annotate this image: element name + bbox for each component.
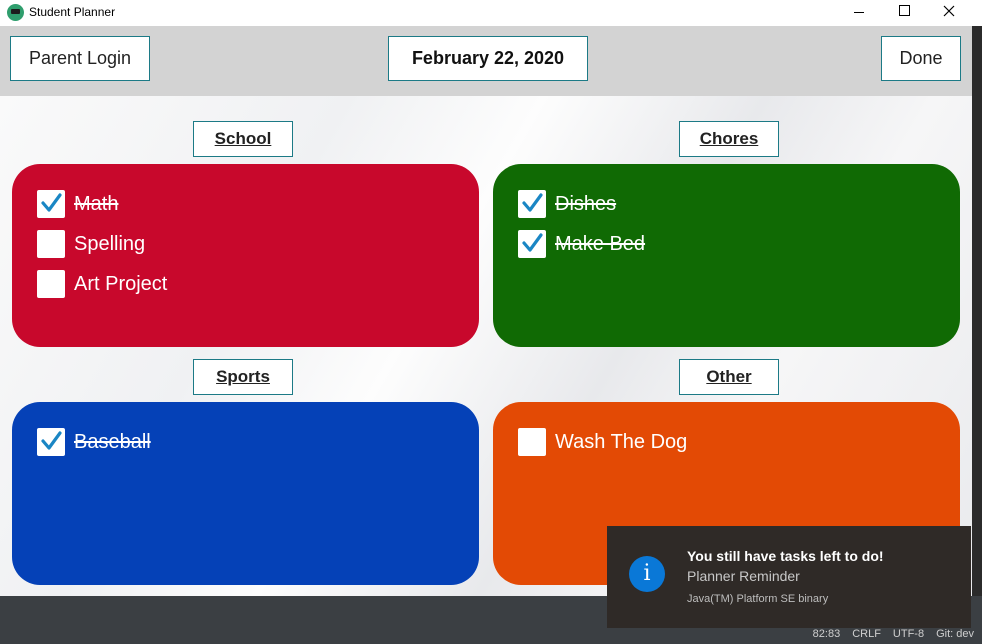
task-item[interactable]: Wash The Dog [518,428,687,456]
checkmark-icon [522,193,543,212]
status-bar: 82:83 CRLF UTF-8 Git: dev [813,628,974,642]
minimize-button[interactable] [836,0,882,26]
category-label-sports: Sports [193,359,293,395]
line-ending[interactable]: CRLF [852,628,881,642]
task-checkbox[interactable] [37,190,65,218]
task-item[interactable]: Make Bed [518,230,645,258]
task-checkbox[interactable] [518,230,546,258]
maximize-button[interactable] [881,0,927,26]
task-checkbox[interactable] [518,428,546,456]
task-item[interactable]: Math [37,190,118,218]
task-label: Make Bed [555,232,646,255]
task-checkbox[interactable] [37,428,65,456]
checkmark-icon [41,431,62,450]
notification-title: You still have tasks left to do! [687,548,884,564]
app-logo-icon [7,4,24,21]
task-item[interactable]: Spelling [37,230,145,258]
done-button[interactable]: Done [881,36,961,81]
window-title: Student Planner [29,5,116,19]
close-button[interactable] [926,0,972,26]
task-checkbox[interactable] [37,230,65,258]
toolbar: Parent Login February 22, 2020 Done [0,26,972,96]
cursor-position[interactable]: 82:83 [813,628,841,642]
planner-content: Parent Login February 22, 2020 Done Scho… [0,26,972,596]
task-checkbox[interactable] [518,190,546,218]
checkmark-icon [41,193,62,212]
category-panel-sports: Baseball [12,402,479,585]
task-label: Math [74,192,119,215]
category-panel-chores: Dishes Make Bed [493,164,960,347]
notification-subtitle: Planner Reminder [687,568,800,584]
parent-login-button[interactable]: Parent Login [10,36,150,81]
task-label: Wash The Dog [555,430,688,453]
task-label: Dishes [555,192,617,215]
date-display: February 22, 2020 [388,36,588,81]
window-title-bar: Student Planner [0,0,982,26]
notification-source: Java(TM) Platform SE binary [687,593,829,605]
task-item[interactable]: Baseball [37,428,151,456]
category-label-school: School [193,121,293,157]
close-icon [943,5,955,17]
info-icon: i [629,556,665,592]
task-label: Spelling [74,232,146,255]
category-panel-school: Math Spelling Art Project [12,164,479,347]
file-encoding[interactable]: UTF-8 [893,628,924,642]
category-label-chores: Chores [679,121,779,157]
task-item[interactable]: Art Project [37,270,167,298]
task-label: Art Project [74,272,168,295]
git-branch[interactable]: Git: dev [936,628,974,642]
task-item[interactable]: Dishes [518,190,616,218]
task-label: Baseball [74,430,151,453]
category-label-other: Other [679,359,779,395]
notification-toast[interactable]: i You still have tasks left to do! Plann… [607,526,971,628]
checkmark-icon [522,233,543,252]
task-checkbox[interactable] [37,270,65,298]
